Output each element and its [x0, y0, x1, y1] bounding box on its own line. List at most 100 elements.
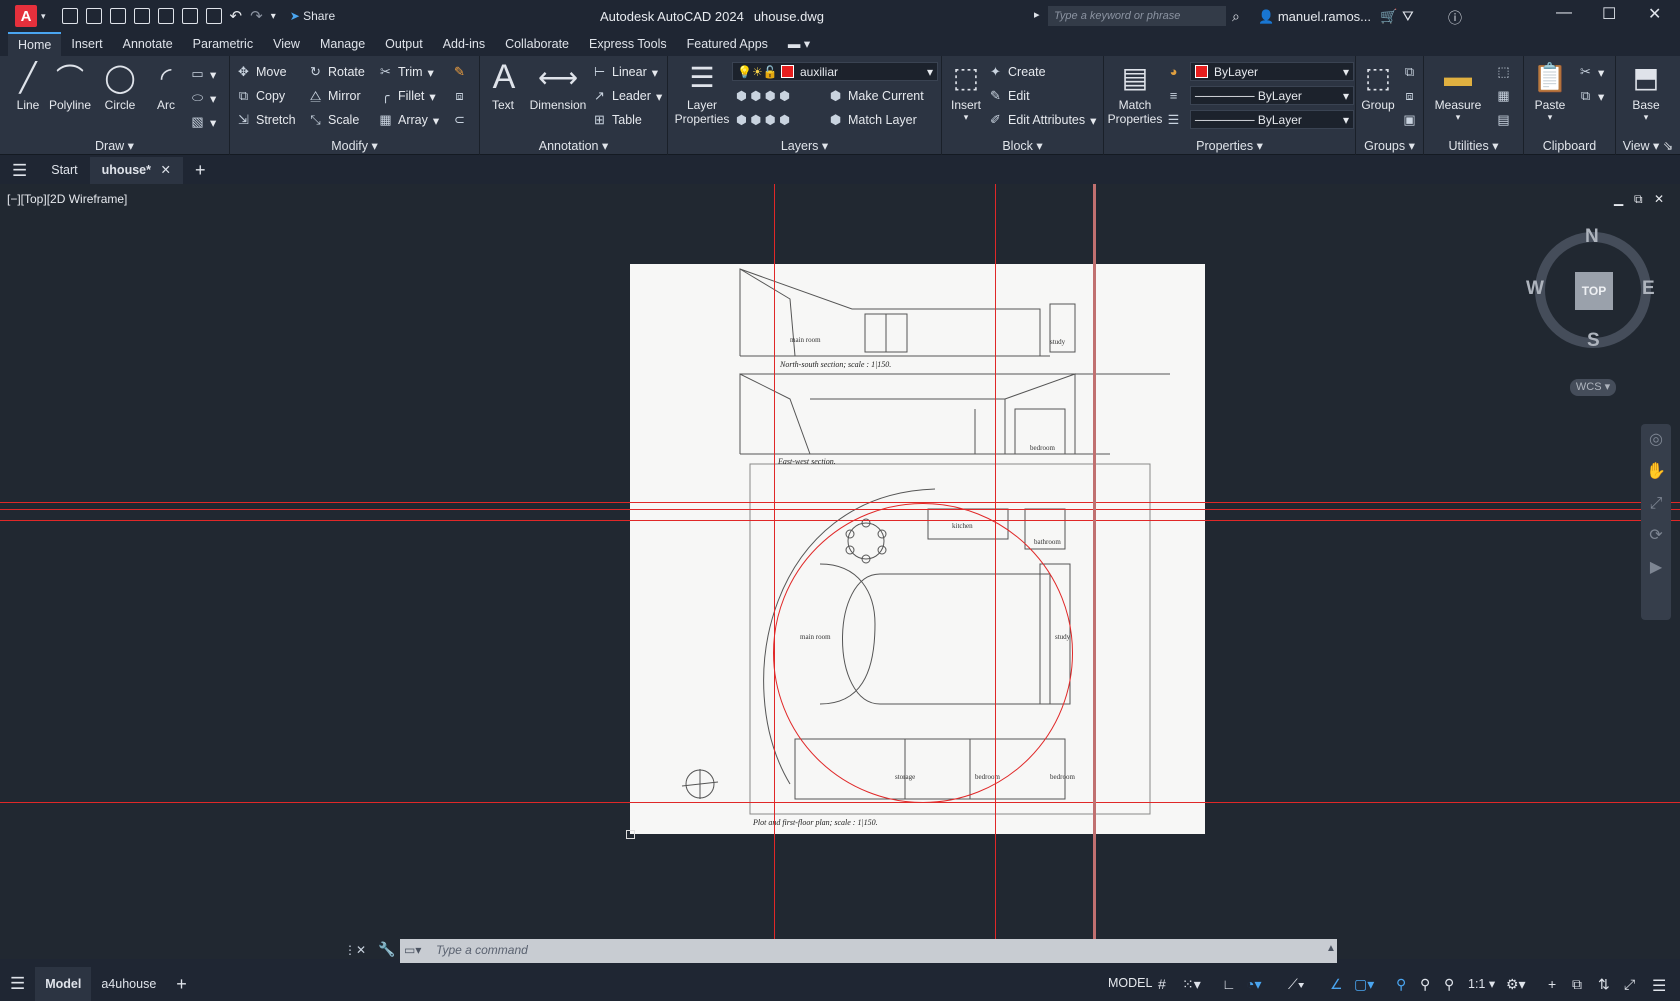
- layer-tools-row-1[interactable]: ⬢ ⬢ ⬢ ⬢: [736, 88, 790, 103]
- help-icon[interactable]: ⓘ: [1448, 8, 1462, 28]
- draw-panel-title[interactable]: Draw ▾: [0, 138, 229, 153]
- isodraft-icon[interactable]: ⟋▾: [1288, 976, 1305, 993]
- open-file-icon[interactable]: [85, 8, 102, 24]
- modify-panel-title[interactable]: Modify ▾: [230, 138, 479, 153]
- polar-tracking-icon[interactable]: ◔▾: [1246, 976, 1261, 993]
- explode-icon[interactable]: ⧈: [452, 88, 467, 104]
- construction-line-v3-highlighted[interactable]: [1093, 184, 1096, 959]
- quick-properties-icon[interactable]: ⇅: [1598, 976, 1610, 993]
- construction-line-v1[interactable]: [774, 184, 775, 959]
- viewport-restore-icon[interactable]: ⧉: [1634, 192, 1643, 207]
- layer-tools-row-2[interactable]: ⬢ ⬢ ⬢ ⬢: [736, 112, 790, 127]
- table-button[interactable]: ⊞ Table: [592, 112, 642, 128]
- close-tab-icon[interactable]: ✕: [160, 163, 170, 177]
- tab-annotate[interactable]: Annotate: [113, 32, 183, 56]
- tab-collaborate[interactable]: Collaborate: [495, 32, 579, 56]
- match-properties-button[interactable]: ▤ Match Properties: [1106, 60, 1164, 127]
- measure-button[interactable]: ▬ Measure ▾: [1430, 60, 1486, 123]
- stretch-button[interactable]: ⇲ Stretch: [236, 112, 296, 128]
- color-wheel-icon[interactable]: ◕: [1166, 64, 1181, 79]
- annotation-monitor-icon[interactable]: +: [1548, 976, 1556, 992]
- plot-icon[interactable]: [205, 8, 222, 24]
- command-grip-icon[interactable]: ⋮: [344, 943, 356, 957]
- share-button[interactable]: ➤ Share: [290, 9, 335, 23]
- layer-properties-button[interactable]: ☰ Layer Properties: [672, 60, 732, 127]
- wcs-menu[interactable]: WCS ▾: [1570, 379, 1616, 396]
- model-space-toggle[interactable]: MODEL: [1108, 976, 1152, 990]
- close-icon[interactable]: ✕: [1648, 4, 1661, 24]
- ribbon-display-toggle[interactable]: ▬ ▾: [778, 32, 820, 56]
- showmotion-icon[interactable]: ▶: [1641, 552, 1671, 584]
- save-icon[interactable]: [109, 8, 126, 24]
- circle-button[interactable]: ◯ Circle: [102, 60, 138, 113]
- construction-line-h2[interactable]: [0, 509, 1680, 510]
- view-panel-title[interactable]: View ▾ ⇘: [1616, 138, 1680, 153]
- hatch-ellipse-icon[interactable]: ⬭ ▾: [190, 90, 216, 106]
- erase-icon[interactable]: ✎: [452, 64, 467, 80]
- construction-line-h4[interactable]: [0, 802, 1680, 803]
- save-as-icon[interactable]: [133, 8, 150, 24]
- annotation-scale-icon[interactable]: ⚲: [1444, 976, 1454, 993]
- command-history-icon[interactable]: ▭▾: [404, 943, 421, 957]
- maximize-icon[interactable]: ☐: [1602, 4, 1616, 24]
- pan-icon[interactable]: ✋: [1641, 456, 1671, 488]
- tab-express-tools[interactable]: Express Tools: [579, 32, 677, 56]
- layers-panel-title[interactable]: Layers ▾: [668, 138, 941, 153]
- base-view-button[interactable]: ⬒ Base ▾: [1624, 60, 1668, 123]
- layer-dropdown[interactable]: 💡☀🔓 auxiliar ▾: [732, 62, 938, 81]
- new-file-icon[interactable]: [61, 8, 78, 24]
- steering-wheel-icon[interactable]: ◎: [1641, 424, 1671, 456]
- help-search-input[interactable]: Type a keyword or phrase: [1048, 6, 1226, 26]
- command-close-icon[interactable]: ✕: [356, 943, 366, 957]
- object-snap-icon[interactable]: ▢▾: [1354, 976, 1374, 993]
- viewcube-south[interactable]: S: [1587, 330, 1600, 352]
- customize-status-icon[interactable]: ☰: [1652, 976, 1666, 996]
- polyline-button[interactable]: ⌒ Polyline: [48, 60, 92, 112]
- trim-button[interactable]: ✂ Trim ▾: [378, 64, 434, 80]
- command-line-input[interactable]: Type a command: [400, 939, 1337, 963]
- grid-icon[interactable]: #: [1158, 976, 1166, 992]
- copy-clip-icon[interactable]: ⧉ ▾: [1578, 88, 1604, 104]
- mirror-button[interactable]: ⧋ Mirror: [308, 88, 361, 104]
- hatch-icon[interactable]: ▧ ▾: [190, 114, 216, 130]
- utilities-panel-title[interactable]: Utilities ▾: [1424, 138, 1523, 153]
- insert-button[interactable]: ⬚ Insert ▾: [946, 60, 986, 123]
- edit-attributes-button[interactable]: ✐ Edit Attributes ▾: [988, 112, 1096, 128]
- redo-icon[interactable]: ↷: [250, 7, 263, 25]
- new-layout-icon[interactable]: +: [166, 974, 197, 995]
- rotate-button[interactable]: ↻ Rotate: [308, 64, 365, 80]
- file-tab-current[interactable]: uhouse* ✕: [89, 157, 183, 184]
- group-button[interactable]: ⬚ Group: [1358, 60, 1398, 113]
- groups-panel-title[interactable]: Groups ▾: [1356, 138, 1423, 153]
- viewport-controls-label[interactable]: [−][Top][2D Wireframe]: [7, 192, 127, 206]
- viewport-close-icon[interactable]: ✕: [1654, 192, 1664, 206]
- group-selection-icon[interactable]: ▣: [1402, 112, 1417, 128]
- linetype-dropdown[interactable]: ─────── ByLayer ▾: [1190, 110, 1354, 129]
- arc-button[interactable]: ◜ Arc: [148, 60, 184, 113]
- make-current-button[interactable]: ⬢ Make Current: [828, 88, 924, 104]
- cut-icon[interactable]: ✂ ▾: [1578, 64, 1604, 80]
- auto-scale-icon[interactable]: ⚲: [1420, 976, 1430, 993]
- user-menu[interactable]: 👤 manuel.ramos...: [1258, 9, 1371, 25]
- command-expand-icon[interactable]: ▲: [1326, 943, 1336, 954]
- red-circle[interactable]: [773, 503, 1073, 803]
- save-to-web-icon[interactable]: [181, 8, 198, 24]
- tab-manage[interactable]: Manage: [310, 32, 375, 56]
- dimension-button[interactable]: ⟷ Dimension: [526, 60, 590, 113]
- create-block-button[interactable]: ✦ Create: [988, 64, 1045, 80]
- select-all-icon[interactable]: ▦: [1496, 88, 1511, 104]
- linear-button[interactable]: ⊢ Linear ▾: [592, 64, 658, 80]
- customize-qat-icon[interactable]: ▾: [271, 11, 276, 22]
- grip-point[interactable]: [626, 830, 635, 839]
- calculator-icon[interactable]: ▤: [1496, 112, 1511, 128]
- undo-icon[interactable]: ↶: [230, 7, 243, 25]
- hamburger-menu-icon[interactable]: ☰: [0, 157, 39, 184]
- text-button[interactable]: A Text: [486, 58, 520, 113]
- units-icon[interactable]: ⧉: [1572, 976, 1582, 993]
- lineweight-dropdown[interactable]: ─────── ByLayer ▾: [1190, 86, 1354, 105]
- paste-button[interactable]: 📋 Paste ▾: [1528, 60, 1572, 123]
- ortho-icon[interactable]: ∟: [1222, 976, 1236, 992]
- ungroup-icon[interactable]: ⧉: [1402, 64, 1417, 80]
- block-panel-title[interactable]: Block ▾: [942, 138, 1103, 153]
- construction-line-h3[interactable]: [0, 520, 1680, 521]
